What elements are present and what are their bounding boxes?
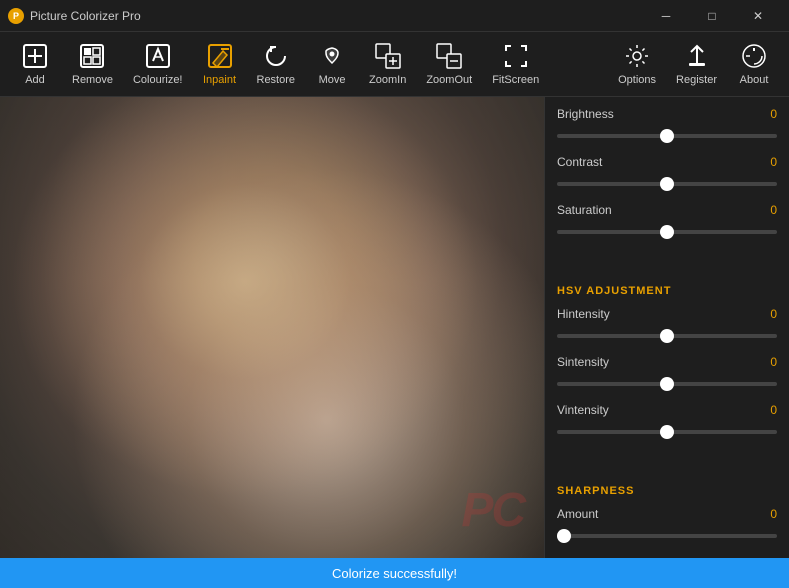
brightness-label: Brightness bbox=[557, 107, 614, 121]
status-message: Colorize successfully! bbox=[332, 566, 457, 581]
hintensity-slider-row: Hintensity 0 bbox=[557, 307, 777, 343]
vintensity-value: 0 bbox=[757, 403, 777, 417]
fitscreen-label: FitScreen bbox=[492, 74, 539, 86]
fitscreen-icon bbox=[502, 42, 530, 70]
sintensity-slider-row: Sintensity 0 bbox=[557, 355, 777, 391]
inpaint-icon bbox=[206, 42, 234, 70]
brightness-value: 0 bbox=[757, 107, 777, 121]
tool-fitscreen[interactable]: FitScreen bbox=[484, 36, 547, 92]
saturation-label: Saturation bbox=[557, 203, 612, 217]
sintensity-value: 0 bbox=[757, 355, 777, 369]
hsv-title: HSV ADJUSTMENT bbox=[557, 285, 777, 297]
sharpness-title: SHARPNESS bbox=[557, 485, 777, 497]
main-area: PC Brightness 0 Contrast 0 S bbox=[0, 97, 789, 558]
vintensity-label: Vintensity bbox=[557, 403, 609, 417]
vintensity-slider[interactable] bbox=[557, 430, 777, 434]
vintensity-slider-row: Vintensity 0 bbox=[557, 403, 777, 439]
zoomin-icon bbox=[374, 42, 402, 70]
sintensity-slider[interactable] bbox=[557, 382, 777, 386]
tool-move[interactable]: Move bbox=[307, 36, 357, 92]
contrast-slider[interactable] bbox=[557, 182, 777, 186]
tool-inpaint[interactable]: Inpaint bbox=[195, 36, 245, 92]
status-bar: Colorize successfully! bbox=[0, 558, 789, 588]
register-label: Register bbox=[676, 74, 717, 86]
remove-icon bbox=[78, 42, 106, 70]
right-tools: Options Register About bbox=[610, 36, 779, 92]
amount-slider-row: Amount 0 bbox=[557, 507, 777, 543]
colourize-icon bbox=[144, 42, 172, 70]
tool-about[interactable]: About bbox=[729, 36, 779, 92]
tool-zoomin[interactable]: ZoomIn bbox=[361, 36, 414, 92]
toolbar: Add Remove Colourize! bbox=[0, 32, 789, 97]
basic-adjustments-section: Brightness 0 Contrast 0 Saturation 0 bbox=[545, 97, 789, 261]
amount-value: 0 bbox=[757, 507, 777, 521]
close-button[interactable]: ✕ bbox=[735, 0, 781, 32]
brightness-slider-row: Brightness 0 bbox=[557, 107, 777, 143]
tool-colourize[interactable]: Colourize! bbox=[125, 36, 191, 92]
photo-background bbox=[0, 97, 544, 558]
move-icon bbox=[318, 42, 346, 70]
inpaint-label: Inpaint bbox=[203, 74, 236, 86]
title-bar: P Picture Colorizer Pro ─ □ ✕ bbox=[0, 0, 789, 32]
tool-register[interactable]: Register bbox=[668, 36, 725, 92]
tool-restore[interactable]: Restore bbox=[249, 36, 304, 92]
image-area[interactable]: PC bbox=[0, 97, 544, 558]
contrast-value: 0 bbox=[757, 155, 777, 169]
hintensity-slider[interactable] bbox=[557, 334, 777, 338]
tool-remove[interactable]: Remove bbox=[64, 36, 121, 92]
brightness-slider[interactable] bbox=[557, 134, 777, 138]
hsv-section: HSV ADJUSTMENT Hintensity 0 Sintensity 0… bbox=[545, 275, 789, 461]
saturation-slider[interactable] bbox=[557, 230, 777, 234]
window-controls: ─ □ ✕ bbox=[643, 0, 781, 32]
zoomout-icon bbox=[435, 42, 463, 70]
tool-zoomout[interactable]: ZoomOut bbox=[418, 36, 480, 92]
add-icon bbox=[21, 42, 49, 70]
add-label: Add bbox=[25, 74, 45, 86]
right-panel: Brightness 0 Contrast 0 Saturation 0 bbox=[544, 97, 789, 558]
options-icon bbox=[623, 42, 651, 70]
saturation-slider-row: Saturation 0 bbox=[557, 203, 777, 239]
tool-add[interactable]: Add bbox=[10, 36, 60, 92]
about-icon bbox=[740, 42, 768, 70]
photo-overlay bbox=[0, 97, 544, 558]
move-label: Move bbox=[319, 74, 346, 86]
restore-icon bbox=[262, 42, 290, 70]
sintensity-label: Sintensity bbox=[557, 355, 609, 369]
hintensity-label: Hintensity bbox=[557, 307, 610, 321]
options-label: Options bbox=[618, 74, 656, 86]
contrast-slider-row: Contrast 0 bbox=[557, 155, 777, 191]
zoomout-label: ZoomOut bbox=[426, 74, 472, 86]
about-label: About bbox=[740, 74, 769, 86]
colourize-label: Colourize! bbox=[133, 74, 183, 86]
contrast-label: Contrast bbox=[557, 155, 602, 169]
hintensity-value: 0 bbox=[757, 307, 777, 321]
amount-slider[interactable] bbox=[557, 534, 777, 538]
app-icon: P bbox=[8, 8, 24, 24]
amount-label: Amount bbox=[557, 507, 598, 521]
tool-options[interactable]: Options bbox=[610, 36, 664, 92]
remove-label: Remove bbox=[72, 74, 113, 86]
register-icon bbox=[683, 42, 711, 70]
sharpness-section: SHARPNESS Amount 0 bbox=[545, 475, 789, 558]
app-title: Picture Colorizer Pro bbox=[30, 9, 643, 23]
minimize-button[interactable]: ─ bbox=[643, 0, 689, 32]
restore-label: Restore bbox=[257, 74, 296, 86]
maximize-button[interactable]: □ bbox=[689, 0, 735, 32]
saturation-value: 0 bbox=[757, 203, 777, 217]
zoomin-label: ZoomIn bbox=[369, 74, 406, 86]
